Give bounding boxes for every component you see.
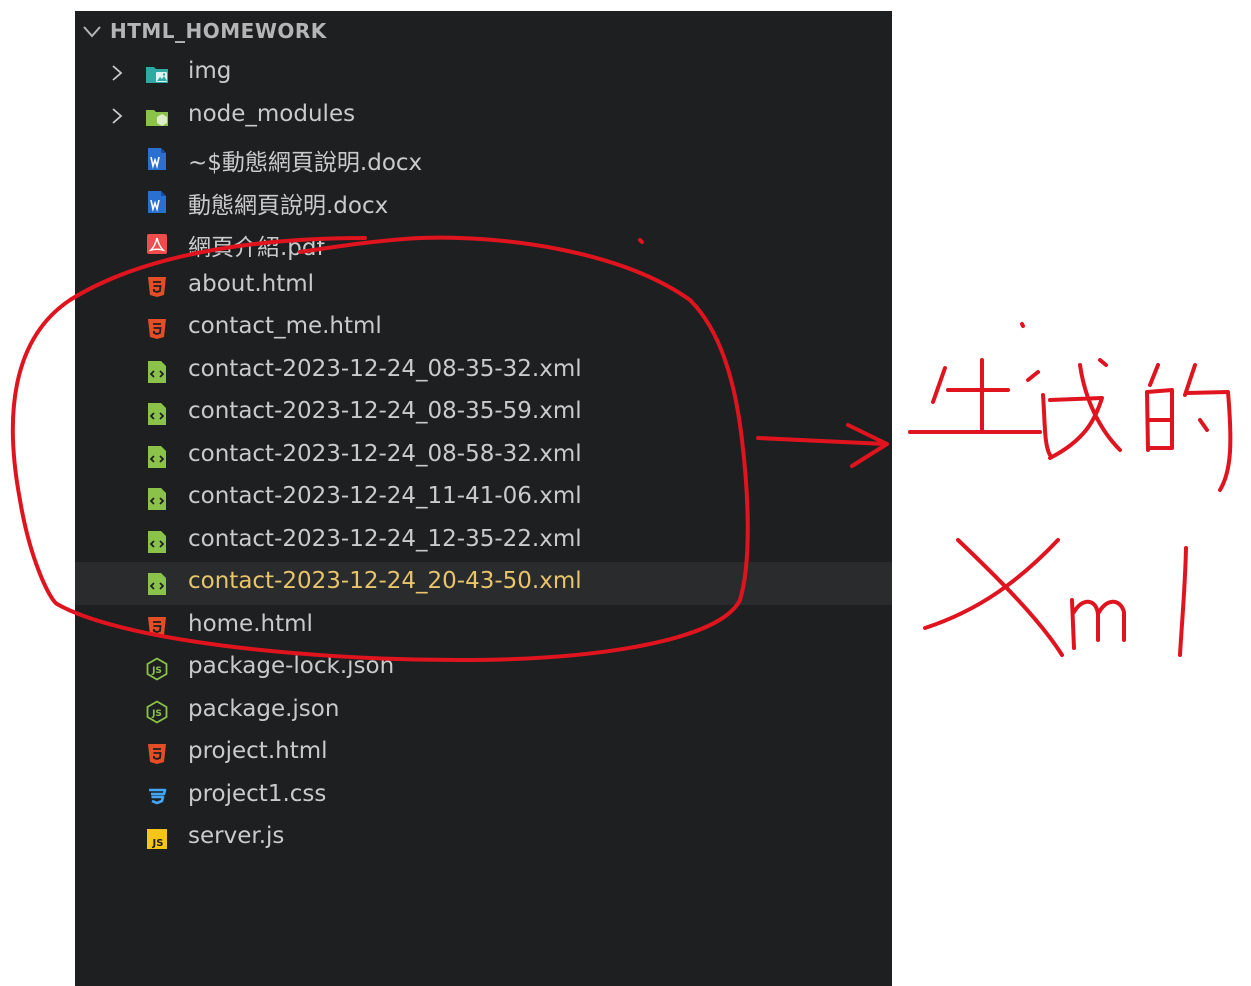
css3-file-icon — [149, 788, 167, 804]
tree-item-label: img — [188, 58, 232, 84]
chevron-down-icon[interactable] — [81, 23, 103, 41]
xml-file-icon — [148, 360, 166, 383]
pdf-file-icon — [147, 234, 167, 254]
tree-item-package-lock-json[interactable]: JS package-lock.json — [75, 647, 892, 690]
html5-file-icon — [148, 276, 166, 297]
tree-item-label: 動態網頁說明.docx — [188, 192, 389, 219]
tree-item-pdf[interactable]: 網頁介紹.pdf — [75, 222, 892, 265]
chevron-right-icon[interactable] — [109, 106, 125, 126]
xml-file-icon — [148, 403, 166, 425]
tree-item-label: contact-2023-12-24_12-35-22.xml — [188, 525, 582, 552]
chevron-right-icon[interactable] — [109, 63, 125, 83]
tree-item-xml[interactable]: contact-2023-12-24_11-41-06.xml — [75, 477, 892, 520]
svg-text:JS: JS — [152, 838, 164, 849]
xml-file-icon — [148, 488, 166, 510]
html5-file-icon — [148, 744, 166, 764]
tree-item-xml[interactable]: contact-2023-12-24_08-35-32.xml — [75, 350, 892, 393]
tree-item-server-js[interactable]: JS server.js — [75, 817, 892, 860]
tree-item-home-html[interactable]: home.html — [75, 605, 892, 648]
tree-item-node-modules[interactable]: node_modules — [75, 95, 892, 138]
tree-item-xml[interactable]: contact-2023-12-24_08-35-59.xml — [75, 392, 892, 435]
svg-text:JS: JS — [151, 709, 162, 719]
tree-item-label: node_modules — [188, 100, 356, 127]
tree-item-label: package-lock.json — [188, 653, 395, 679]
tree-item-label: project.html — [188, 738, 328, 764]
tree-item-label: about.html — [188, 270, 315, 297]
tree-item-img[interactable]: img — [75, 52, 892, 95]
tree-item-label: contact-2023-12-24_11-41-06.xml — [188, 483, 582, 509]
tree-item-project1-css[interactable]: project1.css — [75, 775, 892, 818]
tree-item-xml-selected[interactable]: contact-2023-12-24_20-43-50.xml — [75, 562, 892, 605]
tree-item-xml[interactable]: contact-2023-12-24_08-58-32.xml — [75, 435, 892, 478]
file-tree: img node_modules ~$動態網頁說明.docx 動態網頁說明.do… — [75, 52, 892, 860]
html5-file-icon — [148, 319, 166, 339]
word-file-icon — [148, 190, 166, 213]
tree-item-label: contact-2023-12-24_08-35-32.xml — [188, 355, 582, 382]
html5-file-icon — [148, 616, 166, 637]
tree-item-docx[interactable]: 動態網頁說明.docx — [75, 180, 892, 223]
svg-text:JS: JS — [151, 666, 162, 676]
xml-file-icon — [148, 445, 166, 468]
image-folder-icon — [146, 67, 168, 83]
tree-item-label: 網頁介紹.pdf — [188, 235, 325, 261]
javascript-file-icon: JS — [147, 829, 167, 849]
folder-header[interactable]: HTML_HOMEWORK — [75, 11, 892, 51]
folder-title: HTML_HOMEWORK — [110, 19, 327, 43]
tree-item-project-html[interactable]: project.html — [75, 732, 892, 775]
tree-item-label: contact-2023-12-24_08-35-59.xml — [188, 398, 582, 424]
xml-file-icon — [148, 530, 166, 553]
nodejs-file-icon: JS — [146, 657, 168, 681]
file-explorer-panel: HTML_HOMEWORK img node_modules ~$動態網頁說明.… — [75, 11, 892, 986]
tree-item-package-json[interactable]: JS package.json — [75, 690, 892, 733]
tree-item-xml[interactable]: contact-2023-12-24_12-35-22.xml — [75, 520, 892, 563]
tree-item-label: contact_me.html — [188, 313, 382, 339]
tree-item-about-html[interactable]: about.html — [75, 265, 892, 308]
tree-item-label: contact-2023-12-24_20-43-50.xml — [188, 568, 582, 594]
tree-item-label: project1.css — [188, 780, 327, 807]
tree-item-temp-docx[interactable]: ~$動態網頁說明.docx — [75, 137, 892, 180]
word-file-icon — [148, 148, 166, 170]
tree-item-label: ~$動態網頁說明.docx — [188, 150, 423, 176]
tree-item-label: home.html — [188, 610, 313, 637]
xml-file-icon — [148, 573, 166, 595]
tree-item-contact-me-html[interactable]: contact_me.html — [75, 307, 892, 350]
tree-item-label: contact-2023-12-24_08-58-32.xml — [188, 440, 582, 467]
nodejs-file-icon: JS — [146, 699, 168, 724]
tree-item-label: server.js — [188, 823, 285, 849]
tree-item-label: package.json — [188, 695, 340, 722]
node-folder-icon — [146, 109, 168, 126]
